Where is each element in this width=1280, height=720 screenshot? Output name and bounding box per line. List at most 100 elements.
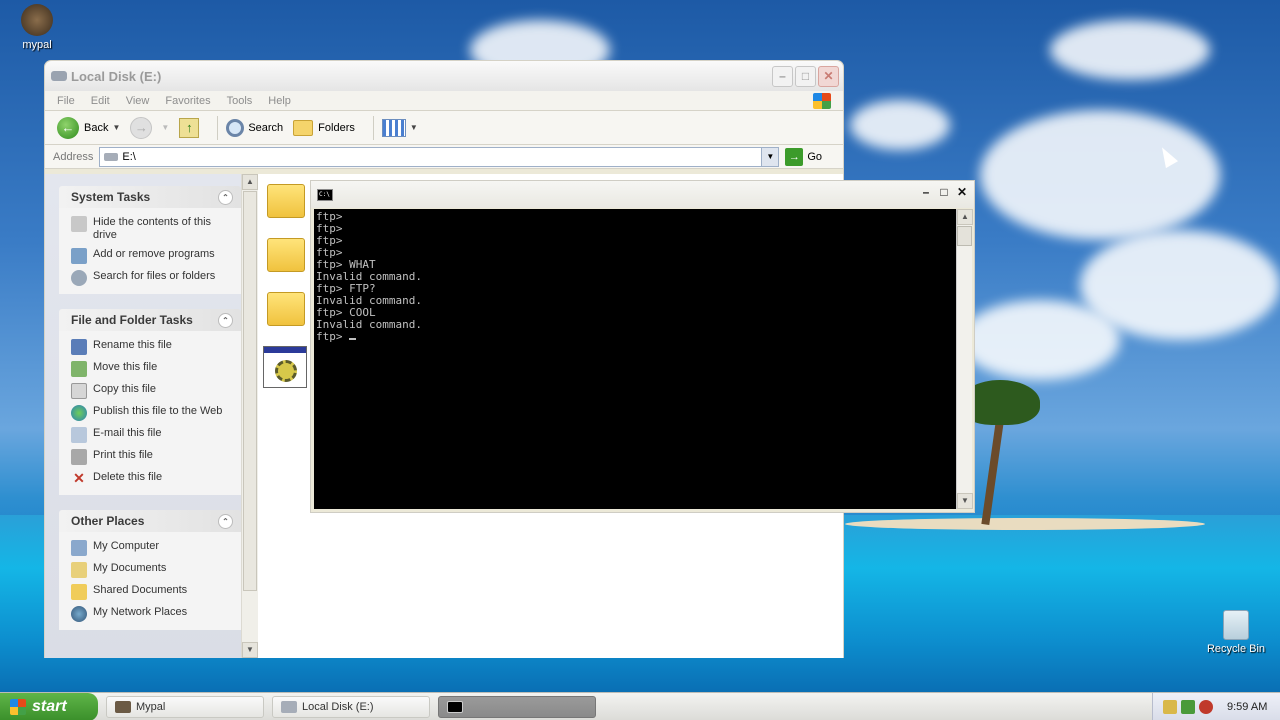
drive-icon: [104, 152, 119, 161]
tray-network-icon[interactable]: [1181, 699, 1195, 714]
task-label: Hide the contents of this drive: [93, 216, 212, 241]
address-label: Address: [53, 150, 94, 163]
taskbar-button-local-disk[interactable]: Local Disk (E:): [272, 695, 430, 718]
task-add-remove-programs[interactable]: Add or remove programs: [71, 248, 231, 264]
windows-logo-icon: [813, 93, 831, 109]
views-button[interactable]: ▼: [381, 118, 418, 137]
security-shield-icon[interactable]: [1199, 699, 1213, 714]
menu-favorites[interactable]: Favorites: [165, 95, 210, 107]
task-delete-file[interactable]: ✕ Delete this file: [71, 471, 231, 487]
desktop-icon-recycle-bin[interactable]: Recycle Bin: [1201, 610, 1271, 655]
console-output[interactable]: ftp> ftp> ftp> ftp> ftp> WHAT Invalid command…: [314, 209, 956, 509]
folder-icon[interactable]: [267, 292, 305, 326]
task-hide-drive[interactable]: Hide the contents of this drive: [71, 216, 231, 242]
search-icon: [71, 270, 87, 286]
task-print-file[interactable]: Print this file: [71, 449, 231, 465]
menu-tools[interactable]: Tools: [227, 95, 253, 107]
console-line: ftp>: [316, 222, 343, 235]
address-input[interactable]: E:\ ▼: [99, 146, 780, 167]
back-button[interactable]: ← Back ▼: [57, 116, 120, 139]
close-button[interactable]: ✕: [954, 185, 970, 201]
task-email-file[interactable]: E-mail this file: [71, 427, 231, 443]
cloud: [1050, 20, 1210, 80]
explorer-titlebar[interactable]: Local Disk (E:) – □ ✕: [45, 61, 843, 91]
scroll-down-icon[interactable]: ▼: [242, 642, 258, 658]
forward-arrow-icon: →: [130, 116, 153, 139]
scroll-thumb[interactable]: [957, 226, 972, 246]
task-label: Print this file: [93, 449, 153, 461]
console-prompt: ftp>: [316, 330, 350, 343]
scroll-up-icon[interactable]: ▲: [957, 209, 973, 225]
menu-edit[interactable]: Edit: [91, 95, 110, 107]
maximize-button[interactable]: □: [936, 185, 952, 201]
folder-icon[interactable]: [267, 184, 305, 218]
rename-icon: [71, 339, 87, 355]
collapse-icon[interactable]: ⌃: [218, 189, 233, 205]
task-label: Search for files or folders: [93, 270, 216, 282]
network-icon: [71, 606, 87, 622]
program-file-icon[interactable]: [263, 346, 307, 388]
task-move-file[interactable]: Move this file: [71, 361, 231, 377]
up-button[interactable]: ↑: [179, 117, 200, 138]
place-my-network-places[interactable]: My Network Places: [71, 606, 231, 622]
place-my-computer[interactable]: My Computer: [71, 540, 231, 556]
start-button[interactable]: start: [0, 692, 98, 720]
text-cursor: [349, 338, 357, 340]
task-publish-web[interactable]: Publish this file to the Web: [71, 405, 231, 421]
collapse-icon[interactable]: ⌃: [218, 513, 233, 529]
maximize-button[interactable]: □: [795, 66, 816, 87]
search-button[interactable]: Search: [226, 118, 283, 137]
task-pane-scrollbar[interactable]: ▲ ▼: [241, 174, 258, 658]
menu-file[interactable]: File: [57, 95, 75, 107]
task-search-files[interactable]: Search for files or folders: [71, 270, 231, 286]
toolbar-separator: [372, 115, 374, 140]
task-rename-file[interactable]: Rename this file: [71, 339, 231, 355]
island-sand: [845, 518, 1205, 530]
task-copy-file[interactable]: Copy this file: [71, 383, 231, 399]
desktop-icon-mypal[interactable]: mypal: [2, 4, 72, 51]
console-scrollbar[interactable]: ▲ ▼: [956, 209, 973, 509]
collapse-icon[interactable]: ⌃: [218, 312, 233, 328]
other-places-header[interactable]: Other Places ⌃: [59, 510, 241, 532]
place-shared-documents[interactable]: Shared Documents: [71, 584, 231, 600]
scroll-thumb[interactable]: [243, 191, 257, 591]
chevron-down-icon[interactable]: ▼: [161, 123, 169, 132]
file-folder-tasks-header[interactable]: File and Folder Tasks ⌃: [59, 309, 241, 331]
minimize-button[interactable]: –: [772, 66, 793, 87]
address-value: E:\: [122, 150, 136, 163]
folders-button[interactable]: Folders: [293, 119, 355, 136]
close-button[interactable]: ✕: [818, 66, 839, 87]
console-line: ftp>: [316, 234, 343, 247]
recycle-bin-icon: [1223, 610, 1249, 640]
minimize-button[interactable]: –: [918, 185, 934, 201]
menu-help[interactable]: Help: [268, 95, 291, 107]
panel-title: System Tasks: [71, 190, 151, 204]
chevron-down-icon[interactable]: ▼: [112, 123, 120, 132]
place-my-documents[interactable]: My Documents: [71, 562, 231, 578]
console-titlebar[interactable]: C:\ – □ ✕: [311, 181, 974, 208]
taskbar-label: Local Disk (E:): [302, 700, 374, 713]
cloud: [850, 100, 950, 150]
other-places-panel: Other Places ⌃ My Computer My Documents …: [59, 510, 241, 630]
chevron-down-icon[interactable]: ▼: [761, 147, 779, 166]
command-prompt-icon: [447, 700, 463, 713]
scroll-down-icon[interactable]: ▼: [957, 493, 973, 509]
taskbar-button-console[interactable]: [438, 695, 596, 718]
task-label: Move this file: [93, 361, 158, 373]
forward-button[interactable]: → ▼: [130, 116, 169, 139]
scroll-up-icon[interactable]: ▲: [242, 174, 258, 190]
go-label: Go: [807, 150, 823, 163]
copy-icon: [71, 383, 87, 399]
folder-icon[interactable]: [267, 238, 305, 272]
move-icon: [71, 361, 87, 377]
go-button[interactable]: → Go: [785, 147, 823, 166]
taskbar-button-mypal[interactable]: Mypal: [106, 695, 264, 718]
cloud: [960, 300, 1120, 380]
clock[interactable]: 9:59 AM: [1227, 701, 1267, 713]
start-label: start: [32, 697, 67, 715]
menu-view[interactable]: View: [126, 95, 150, 107]
tray-app-icon[interactable]: [1163, 699, 1177, 714]
system-tasks-header[interactable]: System Tasks ⌃: [59, 186, 241, 208]
task-label: Add or remove programs: [93, 248, 215, 260]
window-title: Local Disk (E:): [71, 68, 162, 84]
